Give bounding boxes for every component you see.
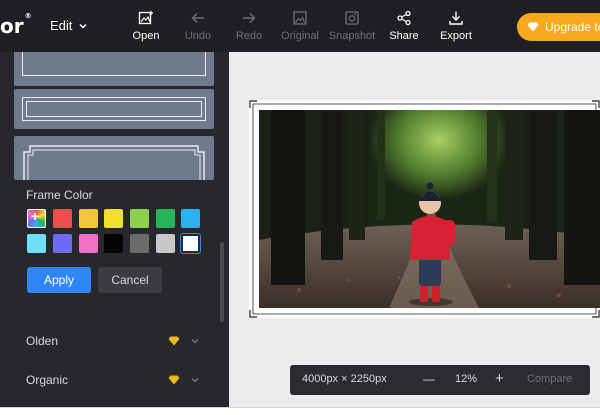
color-swatch-blue[interactable] bbox=[181, 209, 200, 228]
premium-gem-icon bbox=[168, 336, 180, 346]
open-label: Open bbox=[132, 30, 160, 42]
color-swatch-indigo[interactable] bbox=[53, 234, 72, 253]
ornate-frame-preview bbox=[23, 145, 205, 180]
cancel-button[interactable]: Cancel bbox=[98, 267, 162, 293]
framed-photo[interactable] bbox=[249, 100, 600, 318]
chevron-down-icon bbox=[79, 23, 87, 29]
arrow-left-icon bbox=[191, 13, 204, 23]
color-swatch-light-gray[interactable] bbox=[156, 234, 175, 253]
redo-label: Redo bbox=[235, 30, 263, 42]
forest-scene bbox=[259, 110, 600, 308]
upgrade-label: Upgrade to bbox=[545, 20, 600, 34]
frame-thumbnail[interactable] bbox=[14, 52, 214, 86]
apply-button[interactable]: Apply bbox=[27, 267, 91, 293]
frames-sidebar: Frame Color + Apply Cancel Olden Organic bbox=[0, 52, 229, 407]
color-swatch-lime[interactable] bbox=[130, 209, 149, 228]
chevron-down-icon bbox=[191, 339, 199, 344]
frame-thumbnail[interactable] bbox=[14, 89, 214, 129]
color-swatch-amber[interactable] bbox=[79, 209, 98, 228]
frame-color-label: Frame Color bbox=[26, 188, 93, 202]
export-button[interactable]: Export bbox=[430, 10, 482, 42]
color-swatch-cyan[interactable] bbox=[27, 234, 46, 253]
chevron-down-icon bbox=[191, 378, 199, 383]
color-swatch-gray[interactable] bbox=[130, 234, 149, 253]
share-icon bbox=[397, 10, 411, 26]
premium-gem-icon bbox=[168, 375, 180, 385]
zoom-status-bar: 4000px × 2250px — 12% + Compare bbox=[290, 365, 590, 395]
edit-menu[interactable]: Edit bbox=[50, 18, 88, 33]
bottom-edge bbox=[0, 407, 600, 415]
share-button[interactable]: Share bbox=[378, 10, 430, 42]
snapshot-label: Snapshot bbox=[328, 30, 376, 42]
forest-child-photo bbox=[259, 110, 600, 308]
arrow-right-icon bbox=[243, 13, 256, 23]
snapshot-icon bbox=[345, 11, 359, 25]
undo-button[interactable]: Undo bbox=[172, 10, 224, 42]
image-dimensions: 4000px × 2250px bbox=[302, 373, 387, 385]
color-swatch-pink[interactable] bbox=[79, 234, 98, 253]
snapshot-button[interactable]: Snapshot bbox=[326, 10, 378, 42]
zoom-level: 12% bbox=[455, 373, 478, 385]
undo-label: Undo bbox=[184, 30, 212, 42]
download-icon bbox=[449, 11, 463, 25]
original-button[interactable]: Original bbox=[274, 10, 326, 42]
color-swatch-black[interactable] bbox=[104, 234, 123, 253]
edit-menu-label: Edit bbox=[50, 18, 73, 33]
diamond-icon bbox=[527, 22, 539, 32]
image-plus-icon bbox=[138, 11, 153, 25]
compare-button[interactable]: Compare bbox=[527, 373, 572, 385]
share-label: Share bbox=[389, 30, 419, 42]
color-swatch-white-selected[interactable] bbox=[180, 233, 201, 254]
plus-icon: + bbox=[31, 208, 40, 224]
color-swatch-yellow[interactable] bbox=[104, 209, 123, 228]
zoom-in-button[interactable]: + bbox=[495, 370, 504, 387]
original-label: Original bbox=[281, 30, 319, 42]
sidebar-scrollbar[interactable] bbox=[220, 242, 224, 322]
redo-button[interactable]: Redo bbox=[223, 10, 275, 42]
image-icon bbox=[293, 11, 307, 25]
app-logo[interactable]: or® bbox=[0, 12, 32, 38]
color-swatch-red[interactable] bbox=[53, 209, 72, 228]
frame-thumbnail[interactable] bbox=[14, 136, 214, 180]
open-button[interactable]: Open bbox=[120, 10, 172, 42]
upgrade-button[interactable]: Upgrade to bbox=[517, 13, 600, 41]
color-swatch-green[interactable] bbox=[156, 209, 175, 228]
color-swatch-custom[interactable]: + bbox=[27, 208, 46, 228]
category-label: Organic bbox=[26, 373, 69, 387]
zoom-out-button[interactable]: — bbox=[423, 372, 435, 386]
category-label: Olden bbox=[26, 334, 59, 348]
export-label: Export bbox=[440, 30, 472, 42]
top-toolbar: or® Edit Open Undo Redo Original Snapsho… bbox=[0, 0, 600, 52]
